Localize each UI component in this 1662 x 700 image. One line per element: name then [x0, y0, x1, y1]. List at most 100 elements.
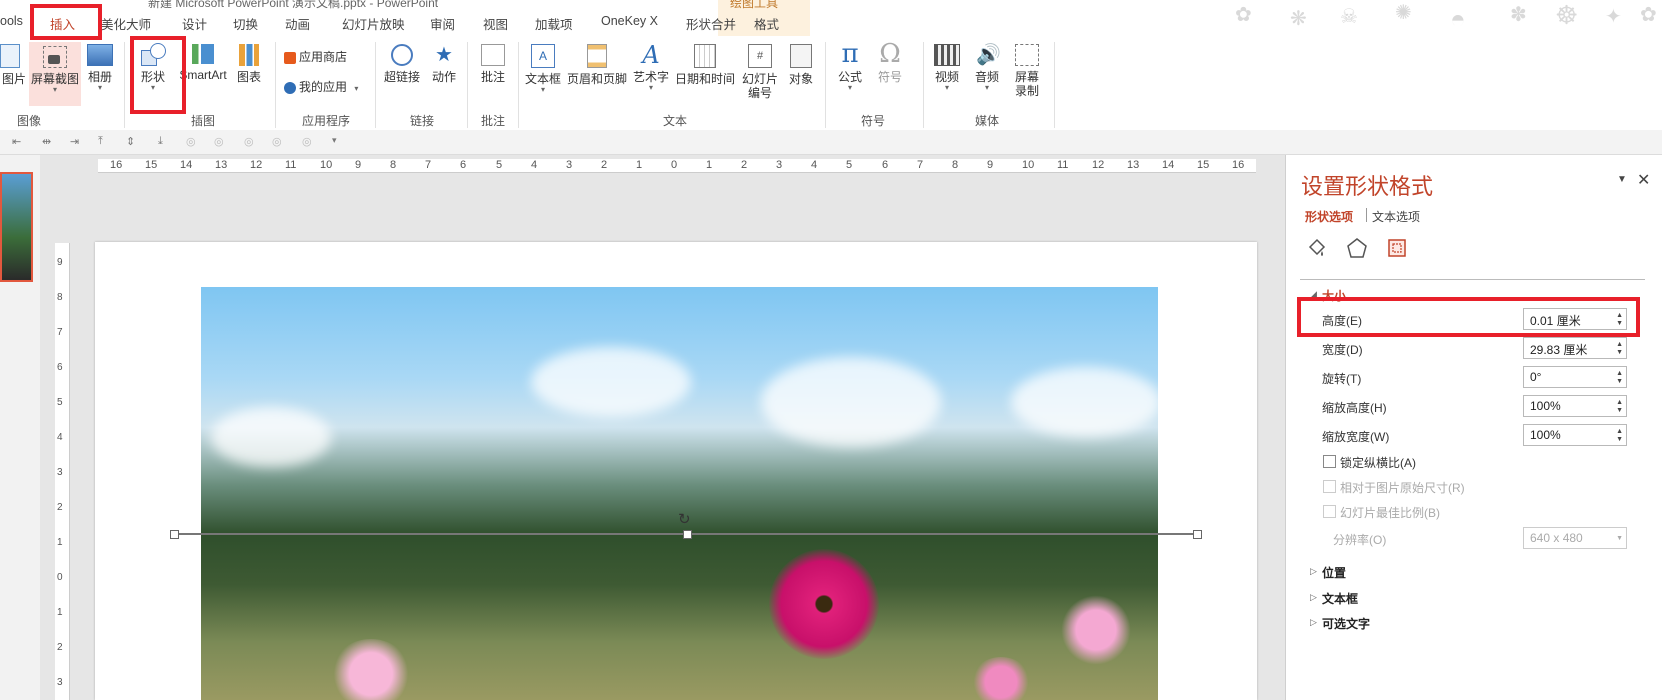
tab-slideshow[interactable]: 幻灯片放映: [342, 14, 405, 33]
spin-down-icon[interactable]: ▼: [1616, 349, 1623, 356]
align-bottom-icon[interactable]: ⤓: [158, 135, 172, 147]
flower-photo[interactable]: [201, 287, 1158, 700]
textbox-button[interactable]: A 文本框 ▾: [524, 44, 562, 94]
pane-options-icon[interactable]: ▼: [1617, 174, 1627, 185]
align-center-icon[interactable]: ⇹: [42, 135, 56, 148]
slide-thumbnail[interactable]: [0, 172, 33, 282]
calendar-icon: [694, 44, 716, 68]
rotate-handle-icon[interactable]: ↻: [678, 510, 691, 528]
textbox-section-header[interactable]: 文本框: [1322, 590, 1358, 607]
fill-line-icon[interactable]: [1306, 237, 1328, 259]
cloud-shape: [761, 357, 941, 447]
resolution-select[interactable]: 640 x 480 ▼: [1523, 527, 1627, 549]
dropdown-arrow-icon[interactable]: ▼: [1616, 535, 1623, 542]
ribbon-tab-row: 新建 Microsoft PowerPoint 演示文稿.pptx - Powe…: [0, 0, 1662, 36]
pink-flower: [331, 639, 411, 700]
width-label: 宽度(D): [1322, 343, 1363, 357]
object-button[interactable]: 对象: [785, 44, 817, 86]
album-icon: [87, 44, 113, 66]
spin-up-icon[interactable]: ▲: [1616, 428, 1623, 435]
rotation-spinner[interactable]: 0° ▲ ▼: [1523, 366, 1627, 388]
scale-width-spinner[interactable]: 100% ▲ ▼: [1523, 424, 1627, 446]
datetime-button[interactable]: 日期和时间: [674, 44, 736, 86]
ruler-tick-label: 4: [531, 159, 538, 171]
align-left-icon[interactable]: ⇤: [12, 135, 26, 148]
ruler-tick-label: 1: [636, 159, 643, 171]
resize-handle[interactable]: [683, 530, 692, 539]
hyperlink-button[interactable]: 超链接: [382, 44, 422, 84]
decor-icon: ✺: [1395, 2, 1412, 24]
ruler-tick-label: 15: [1197, 159, 1210, 171]
decor-icon: ✿: [1235, 4, 1252, 26]
tab-view[interactable]: 视图: [483, 14, 508, 33]
spin-down-icon[interactable]: ▼: [1616, 436, 1623, 443]
video-button[interactable]: 视频 ▾: [930, 44, 964, 92]
tab-review[interactable]: 审阅: [430, 14, 455, 33]
tab-shape-options[interactable]: 形状选项: [1305, 208, 1353, 225]
tab-transitions[interactable]: 切换: [233, 14, 258, 33]
wordart-button[interactable]: A 艺术字 ▾: [632, 43, 670, 92]
audio-button[interactable]: 🔊 音频 ▾: [970, 44, 1004, 92]
alt-text-section-header[interactable]: 可选文字: [1322, 615, 1370, 632]
screenshot-button[interactable]: 屏幕截图 ▾: [29, 42, 81, 106]
lock-aspect-checkbox[interactable]: [1323, 455, 1336, 468]
screenshot-icon: [43, 46, 67, 68]
slide-number-button[interactable]: # 幻灯片 编号: [740, 44, 780, 100]
tab-shape-merge[interactable]: 形状合并: [686, 14, 736, 33]
bring-forward-icon[interactable]: ◎: [272, 135, 286, 148]
tab-beautify[interactable]: 美化大师: [101, 14, 151, 33]
width-spinner[interactable]: 29.83 厘米 ▲ ▼: [1523, 337, 1627, 359]
send-backward-icon[interactable]: ◎: [302, 135, 316, 148]
ungroup-icon[interactable]: ◎: [214, 135, 228, 148]
symbol-button[interactable]: Ω 符号: [874, 41, 906, 84]
equation-button[interactable]: π 公式 ▾: [834, 41, 866, 92]
customize-dropdown-icon[interactable]: ▾: [332, 135, 346, 147]
tab-tools[interactable]: ools: [0, 14, 23, 28]
group-label-comments: 批注: [480, 114, 505, 128]
ruler-tick-label: 10: [320, 159, 333, 171]
my-apps-button[interactable]: 我的应用 ▾: [284, 80, 358, 96]
ruler-tick-label: 15: [145, 159, 158, 171]
tab-format[interactable]: 格式: [754, 14, 779, 33]
app-store-button[interactable]: 应用商店: [284, 50, 347, 64]
tab-design[interactable]: 设计: [182, 14, 207, 33]
relative-original-checkbox[interactable]: [1323, 480, 1336, 493]
effects-icon[interactable]: [1346, 237, 1368, 259]
expand-triangle-icon[interactable]: ▷: [1310, 592, 1317, 603]
comment-button[interactable]: 批注: [476, 44, 510, 84]
scale-height-spinner[interactable]: 100% ▲ ▼: [1523, 395, 1627, 417]
album-label: 相册: [87, 70, 112, 84]
screen-record-button[interactable]: 屏幕 录制: [1010, 44, 1044, 98]
tab-onekey[interactable]: OneKey X: [601, 14, 658, 28]
expand-triangle-icon[interactable]: ▷: [1310, 566, 1317, 577]
tab-text-options[interactable]: 文本选项: [1372, 208, 1420, 225]
action-button[interactable]: ★ 动作: [428, 44, 460, 84]
header-footer-button[interactable]: 页眉和页脚: [566, 44, 628, 86]
spin-up-icon[interactable]: ▲: [1616, 399, 1623, 406]
position-section-header[interactable]: 位置: [1322, 564, 1346, 581]
align-right-icon[interactable]: ⇥: [70, 135, 84, 148]
align-middle-icon[interactable]: ⇕: [126, 135, 140, 148]
spin-up-icon[interactable]: ▲: [1616, 370, 1623, 377]
tab-animations[interactable]: 动画: [285, 14, 310, 33]
spin-down-icon[interactable]: ▼: [1616, 407, 1623, 414]
size-properties-icon[interactable]: [1386, 237, 1408, 259]
album-button[interactable]: 相册 ▾: [84, 44, 116, 92]
group-label-symbols: 符号: [860, 114, 885, 128]
resize-handle[interactable]: [1193, 530, 1202, 539]
spin-down-icon[interactable]: ▼: [1616, 378, 1623, 385]
highlight-height-row: [1297, 297, 1640, 337]
close-icon[interactable]: ✕: [1637, 170, 1650, 190]
expand-triangle-icon[interactable]: ▷: [1310, 617, 1317, 628]
screen-record-label-2: 录制: [1014, 84, 1039, 98]
screen-record-icon: [1015, 44, 1039, 66]
group-icon[interactable]: ◎: [186, 135, 200, 148]
regroup-icon[interactable]: ◎: [244, 135, 258, 148]
resize-handle[interactable]: [170, 530, 179, 539]
spin-up-icon[interactable]: ▲: [1616, 341, 1623, 348]
tab-addins[interactable]: 加载项: [535, 14, 573, 33]
align-top-icon[interactable]: ⤒: [98, 135, 112, 147]
chart-button[interactable]: 图表: [234, 44, 264, 84]
best-scale-checkbox[interactable]: [1323, 505, 1336, 518]
picture-button[interactable]: 图片: [0, 44, 28, 86]
